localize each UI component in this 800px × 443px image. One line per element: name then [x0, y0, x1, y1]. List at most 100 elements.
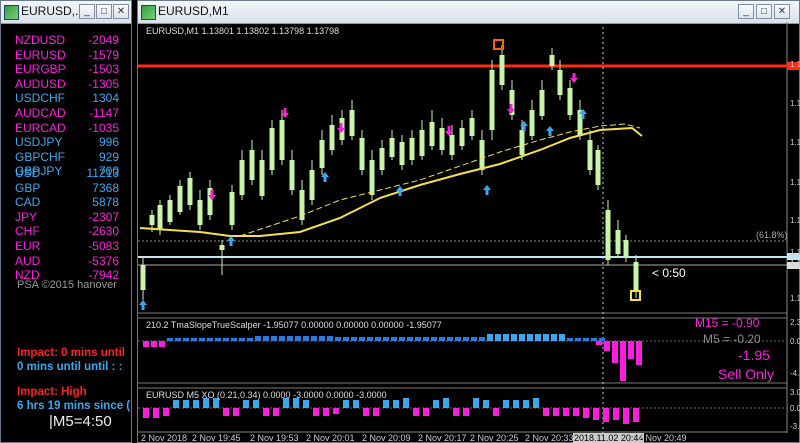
time-label: 2018.11.02 20:44 — [573, 433, 645, 443]
candle-body — [369, 160, 375, 195]
histogram-bar — [311, 336, 317, 341]
price-label: 1.1 — [790, 294, 800, 303]
histogram-bar — [183, 400, 189, 408]
histogram-bar — [513, 400, 519, 408]
histogram-bar — [433, 400, 439, 408]
histogram-bar — [443, 398, 449, 408]
price-label: 1.1 — [790, 60, 800, 69]
candle-body — [249, 150, 255, 180]
price-label: 1.1 — [790, 216, 800, 225]
candle-body — [197, 200, 203, 225]
histogram-bar — [573, 408, 579, 416]
histogram-bar — [253, 400, 259, 408]
histogram-bar — [173, 400, 179, 408]
histogram-bar — [303, 336, 309, 341]
candle-body — [615, 230, 621, 254]
candle-body — [449, 135, 455, 155]
histogram-bar — [551, 334, 557, 341]
time-label: 2 Nov 2018 — [141, 433, 188, 443]
histogram-bar — [511, 334, 517, 341]
sell-arrow-icon — [570, 73, 578, 83]
histogram-bar — [333, 408, 339, 414]
histogram-bar — [596, 341, 602, 345]
buy-arrow-icon — [546, 126, 554, 136]
histogram-bar — [295, 336, 301, 341]
candle-body — [623, 240, 629, 258]
histogram-bar — [163, 408, 169, 416]
histogram-bar — [273, 408, 279, 416]
candle-body — [319, 140, 325, 168]
histogram-bar — [533, 398, 539, 408]
candle-body — [177, 186, 183, 212]
histogram-bar — [563, 408, 569, 416]
histogram-bar — [483, 400, 489, 408]
indicator-1-label: 210.2 TmaSlopeTrueScalper -1.95077 0.000… — [146, 320, 442, 330]
histogram-bar — [543, 334, 549, 341]
countdown: < 0:50 — [652, 266, 686, 280]
candle-body — [329, 125, 335, 150]
histogram-bar — [633, 408, 639, 422]
time-label: 2 Nov 20:17 — [418, 433, 467, 443]
histogram-bar — [319, 336, 325, 341]
histogram-bar — [159, 341, 165, 347]
price-label: 1.1 — [790, 99, 800, 108]
candle-body — [157, 205, 163, 230]
histogram-bar — [628, 341, 634, 359]
price-label: 1.1 — [790, 259, 800, 268]
histogram-bar — [143, 408, 149, 418]
candle-body — [187, 178, 193, 205]
histogram-bar — [575, 338, 581, 341]
histogram-bar — [543, 408, 549, 416]
time-label: 2 Nov 20:25 — [470, 433, 519, 443]
candle-body — [289, 160, 295, 190]
candle-body — [399, 142, 405, 165]
histogram-bar — [199, 338, 205, 341]
histogram-bar — [487, 334, 493, 341]
histogram-bar — [620, 341, 626, 381]
histogram-bar — [439, 337, 445, 341]
histogram-bar — [327, 336, 333, 341]
histogram-bar — [383, 337, 389, 341]
histogram-bar — [415, 337, 421, 341]
histogram-bar — [493, 408, 499, 416]
indicator-scale-label: -3.0 — [790, 422, 800, 431]
time-label: 2 Nov 20:01 — [306, 433, 355, 443]
histogram-bar — [559, 334, 565, 341]
candle-body — [409, 138, 415, 160]
candle-body — [419, 130, 425, 156]
price-chart[interactable] — [0, 0, 800, 443]
histogram-bar — [527, 334, 533, 341]
time-label: 2 Nov 20:49 — [638, 433, 687, 443]
histogram-bar — [207, 338, 213, 341]
histogram-bar — [413, 408, 419, 416]
histogram-bar — [383, 400, 389, 408]
histogram-bar — [183, 338, 189, 341]
histogram-bar — [519, 334, 525, 341]
histogram-bar — [612, 341, 618, 363]
histogram-bar — [463, 408, 469, 416]
histogram-bar — [473, 398, 479, 408]
candle-body — [557, 70, 563, 95]
chart-info: EURUSD,M1 1.13801 1.13802 1.13798 1.1379… — [146, 26, 340, 36]
candle-body — [519, 130, 525, 155]
histogram-bar — [359, 337, 365, 341]
histogram-bar — [313, 408, 319, 416]
histogram-bar — [271, 336, 277, 341]
histogram-bar — [455, 337, 461, 341]
histogram-bar — [403, 398, 409, 408]
histogram-bar — [215, 338, 221, 341]
histogram-bar — [503, 334, 509, 341]
indicator-scale-label: 2.3 — [790, 318, 800, 327]
candle-body — [269, 128, 275, 170]
indicator-scale-label: 0.0 — [790, 337, 800, 346]
candle-body — [229, 192, 235, 225]
histogram-bar — [255, 336, 261, 341]
histogram-bar — [593, 408, 599, 420]
candle-body — [595, 150, 601, 185]
histogram-bar — [583, 408, 589, 418]
price-label: 1.1 — [790, 248, 800, 257]
candle-body — [587, 140, 593, 170]
histogram-bar — [303, 400, 309, 408]
m5-value: M5 = -0.20 — [703, 332, 761, 346]
histogram-bar — [375, 337, 381, 341]
